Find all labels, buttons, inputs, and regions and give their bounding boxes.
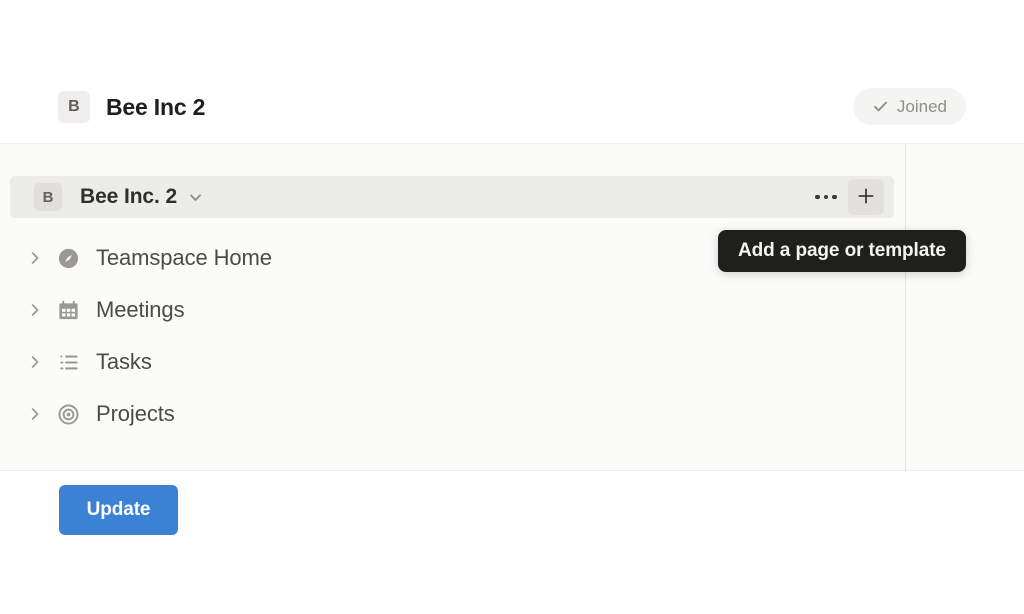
target-icon	[52, 403, 84, 426]
sidebar-item-label: Meetings	[96, 297, 185, 322]
status-badge[interactable]: Joined	[852, 88, 966, 125]
sidebar-panel: B Bee Inc. 2 Teamspace Home Meetings Tas…	[0, 143, 1024, 472]
calendar-icon	[52, 299, 84, 322]
page-title: Bee Inc 2	[106, 93, 206, 120]
workspace-row-actions	[808, 179, 884, 215]
check-icon	[872, 98, 889, 115]
sidebar-item-label: Projects	[96, 401, 175, 426]
sidebar-item-meetings[interactable]: Meetings	[0, 284, 884, 336]
workspace-row-label: Bee Inc. 2	[80, 185, 178, 208]
chevron-right-icon[interactable]	[24, 250, 46, 266]
header-identity: B Bee Inc 2	[58, 91, 205, 123]
compass-icon	[52, 247, 84, 270]
bulleted-list-icon	[52, 351, 84, 374]
tooltip: Add a page or template	[718, 230, 966, 272]
add-page-button[interactable]	[848, 179, 884, 215]
workspace-row[interactable]: B Bee Inc. 2	[10, 176, 894, 218]
chevron-down-icon[interactable]	[187, 189, 204, 206]
workspace-row-avatar: B	[34, 183, 62, 211]
status-badge-label: Joined	[896, 96, 947, 116]
ellipsis-icon	[815, 194, 837, 200]
sidebar-item-label: Tasks	[96, 349, 152, 374]
chevron-right-icon[interactable]	[24, 354, 46, 370]
chevron-right-icon[interactable]	[24, 406, 46, 422]
update-button-label: Update	[86, 499, 151, 520]
tooltip-text: Add a page or template	[738, 240, 946, 261]
sidebar-item-projects[interactable]: Projects	[0, 388, 884, 440]
sidebar-item-tasks[interactable]: Tasks	[0, 336, 884, 388]
plus-icon	[856, 186, 876, 209]
chevron-right-icon[interactable]	[24, 302, 46, 318]
update-button[interactable]: Update	[59, 485, 178, 535]
app-screen: B Bee Inc 2 Joined B Bee Inc. 2 Teamspac…	[0, 0, 1024, 614]
panel-divider	[905, 144, 906, 472]
sidebar-item-label: Teamspace Home	[96, 245, 272, 270]
more-options-button[interactable]	[808, 179, 844, 215]
workspace-avatar: B	[58, 91, 90, 123]
